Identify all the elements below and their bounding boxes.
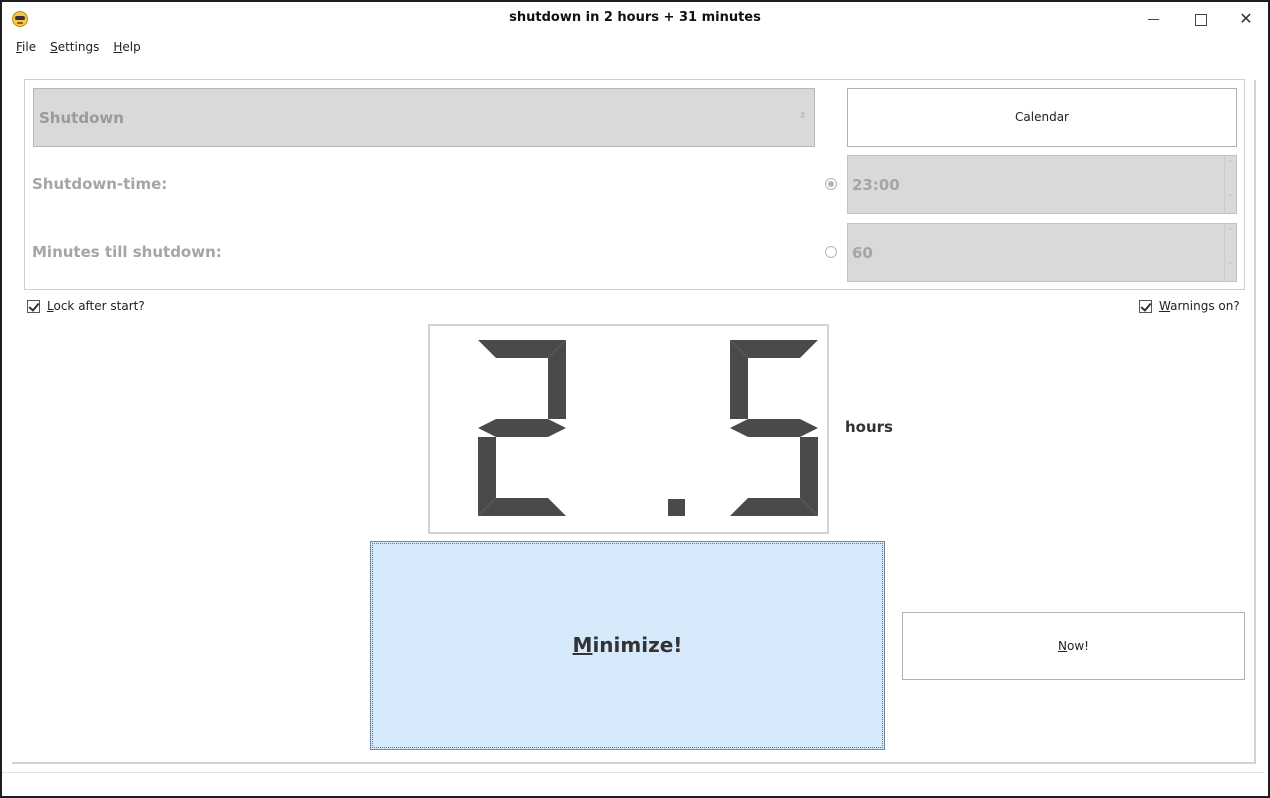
chevron-updown-icon: ⇕ bbox=[799, 111, 806, 120]
chevron-up-icon[interactable]: ˄ bbox=[1225, 160, 1236, 188]
calendar-button[interactable]: Calendar bbox=[847, 88, 1237, 147]
minimize-button[interactable]: Minimize! bbox=[370, 541, 885, 750]
maximize-icon[interactable] bbox=[1188, 8, 1212, 30]
minutes-till-value: 60 bbox=[852, 244, 873, 262]
minutes-till-radio[interactable] bbox=[825, 246, 837, 258]
close-icon[interactable]: ✕ bbox=[1234, 8, 1258, 30]
warnings-on-label: Warnings on? bbox=[1159, 299, 1240, 313]
action-combobox-value: Shutdown bbox=[39, 109, 124, 127]
menu-help[interactable]: Help bbox=[113, 40, 140, 58]
title-bar[interactable]: shutdown in 2 hours + 31 minutes ✕ bbox=[2, 2, 1268, 36]
lcd-digits bbox=[478, 340, 818, 516]
shutdown-time-field[interactable]: 23:00 ˄ ˅ bbox=[847, 155, 1237, 214]
menu-bar: File Settings Help bbox=[16, 40, 155, 58]
window-title: shutdown in 2 hours + 31 minutes bbox=[509, 10, 761, 25]
checkmark-icon[interactable] bbox=[27, 299, 40, 313]
minutes-till-stepper[interactable]: ˄ ˅ bbox=[1224, 224, 1236, 281]
now-button[interactable]: Now! bbox=[902, 612, 1245, 680]
lcd-segment-g bbox=[478, 419, 566, 437]
action-combobox[interactable]: Shutdown ⇕ bbox=[33, 88, 815, 147]
chevron-down-icon[interactable]: ˅ bbox=[1225, 262, 1236, 290]
shutdown-time-radio[interactable] bbox=[825, 178, 837, 190]
lcd-decimal-point bbox=[668, 499, 685, 516]
shutdown-time-value: 23:00 bbox=[852, 176, 900, 194]
shutdown-time-stepper[interactable]: ˄ ˅ bbox=[1224, 156, 1236, 213]
minimize-icon[interactable] bbox=[1142, 8, 1166, 30]
minutes-till-field[interactable]: 60 ˄ ˅ bbox=[847, 223, 1237, 282]
countdown-unit-label: hours bbox=[845, 418, 893, 436]
status-bar bbox=[2, 772, 1264, 773]
lock-after-start-checkbox[interactable]: Lock after start? bbox=[27, 299, 145, 313]
shutdown-time-label: Shutdown-time: bbox=[32, 175, 168, 193]
warnings-on-checkbox[interactable]: Warnings on? bbox=[1139, 299, 1240, 313]
minutes-till-label: Minutes till shutdown: bbox=[32, 243, 222, 261]
countdown-lcd-display bbox=[428, 324, 829, 534]
lock-after-start-label: Lock after start? bbox=[47, 299, 145, 313]
menu-file[interactable]: File bbox=[16, 40, 36, 58]
chevron-up-icon[interactable]: ˄ bbox=[1225, 228, 1236, 256]
frame-edge bbox=[1254, 80, 1256, 764]
frame-edge bbox=[12, 762, 1256, 764]
chevron-down-icon[interactable]: ˅ bbox=[1225, 194, 1236, 222]
menu-settings[interactable]: Settings bbox=[50, 40, 99, 58]
checkmark-icon[interactable] bbox=[1139, 299, 1152, 313]
lcd-segment-g bbox=[730, 419, 818, 437]
